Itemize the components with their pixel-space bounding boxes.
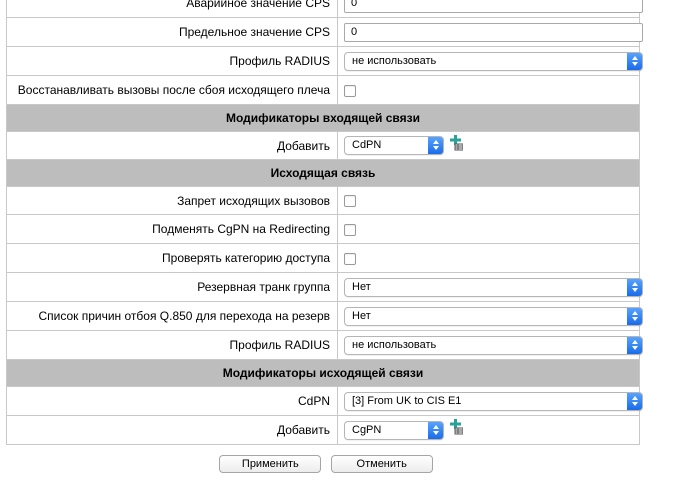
q850-causes-select[interactable]: Нет (344, 306, 643, 326)
select-arrows-icon (627, 52, 642, 70)
limit-cps-label: Предельное значение CPS (6, 17, 338, 47)
form-row: Профиль RADIUS не использовать (6, 330, 643, 360)
form-row: Запрет исходящих вызовов (6, 186, 640, 215)
incoming-add-value: CdPN (352, 139, 382, 151)
backup-trunk-value: Нет (352, 280, 371, 293)
restore-calls-label: Восстанавливать вызовы после сбоя исходя… (6, 75, 338, 105)
bar-outgoing-checkbox[interactable] (344, 195, 356, 208)
section-header: Модификаторы входящей связи (6, 104, 640, 132)
form-row: Аварийное значение CPS (6, 0, 643, 18)
q850-causes-label: Список причин отбоя Q.850 для перехода н… (6, 301, 338, 331)
restore-calls-checkbox[interactable] (344, 84, 356, 97)
cdpn-modifier-label: CdPN (6, 386, 338, 416)
cdpn-modifier-select[interactable]: [3] From UK to CIS E1 (344, 391, 643, 411)
cdpn-modifier-value: [3] From UK to CIS E1 (352, 394, 462, 407)
form-row: Список причин отбоя Q.850 для перехода н… (6, 301, 643, 331)
form-row: Профиль RADIUS не использовать (6, 46, 643, 76)
outgoing-add-select[interactable]: CgPN (344, 420, 444, 440)
outgoing-radius-profile-value: не использовать (352, 338, 437, 351)
add-modifier-icon[interactable] (447, 134, 463, 151)
q850-causes-value: Нет (352, 309, 371, 322)
settings-table: Аварийное значение CPS Предельное значен… (6, 0, 643, 445)
incoming-add-select[interactable]: CdPN (344, 136, 444, 155)
form-row: Добавить CgPN (6, 415, 640, 445)
apply-button[interactable]: Применить (219, 455, 322, 473)
select-arrows-icon (627, 307, 642, 325)
form-row: Предельное значение CPS (6, 17, 643, 47)
select-arrows-icon (627, 336, 642, 354)
select-arrows-icon (627, 392, 642, 410)
emergency-cps-label: Аварийное значение CPS (6, 0, 338, 18)
outgoing-add-value: CgPN (352, 423, 382, 436)
form-row: CdPN [3] From UK to CIS E1 (6, 386, 643, 416)
backup-trunk-select[interactable]: Нет (344, 277, 643, 297)
check-category-checkbox[interactable] (344, 252, 356, 265)
outgoing-header: Исходящая связь (6, 159, 640, 187)
bar-outgoing-label: Запрет исходящих вызовов (6, 186, 338, 215)
radius-profile-label: Профиль RADIUS (6, 46, 338, 76)
section-header: Модификаторы исходящей связи (6, 359, 640, 387)
check-category-label: Проверять категорию доступа (6, 243, 338, 273)
add-modifier-icon[interactable] (447, 419, 463, 435)
section-header: Исходящая связь (6, 159, 640, 187)
radius-profile-select[interactable]: не использовать (344, 51, 643, 71)
outgoing-add-label: Добавить (6, 415, 338, 445)
radius-profile-value: не использовать (352, 54, 437, 67)
form-row: Резервная транк группа Нет (6, 272, 643, 302)
emergency-cps-input[interactable] (344, 0, 643, 13)
incoming-modifiers-header: Модификаторы входящей связи (6, 104, 640, 132)
replace-cgpn-label: Подменять CgPN на Redirecting (6, 214, 338, 244)
select-arrows-icon (428, 421, 443, 439)
select-arrows-icon (627, 278, 642, 296)
form-row: Восстанавливать вызовы после сбоя исходя… (6, 75, 640, 105)
select-arrows-icon (428, 137, 443, 154)
outgoing-radius-profile-label: Профиль RADIUS (6, 330, 338, 360)
replace-cgpn-checkbox[interactable] (344, 223, 356, 236)
incoming-add-label: Добавить (6, 131, 338, 160)
form-row: Проверять категорию доступа (6, 243, 640, 273)
backup-trunk-label: Резервная транк группа (6, 272, 338, 302)
outgoing-radius-profile-select[interactable]: не использовать (344, 335, 643, 355)
outgoing-modifiers-header: Модификаторы исходящей связи (6, 359, 640, 387)
limit-cps-input[interactable] (344, 22, 643, 42)
form-row: Подменять CgPN на Redirecting (6, 214, 640, 244)
cancel-button[interactable]: Отменить (330, 455, 433, 473)
form-row: Добавить CdPN (6, 131, 640, 160)
form-buttons: Применить Отменить (0, 455, 652, 473)
